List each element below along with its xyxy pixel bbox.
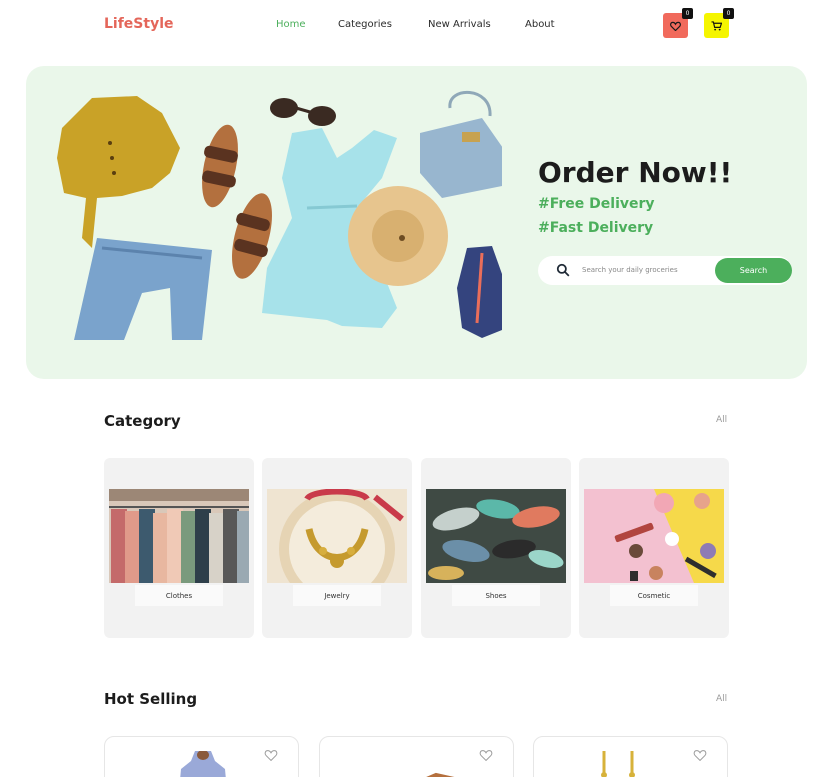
cart-icon	[711, 20, 722, 31]
clothes-rack-image	[109, 489, 249, 583]
category-all-link[interactable]: All	[716, 415, 727, 425]
nav-new-arrivals[interactable]: New Arrivals	[428, 19, 491, 30]
jewelry-necklace-image	[267, 489, 407, 583]
cart-count-badge: 0	[723, 8, 734, 19]
search-button[interactable]: Search	[715, 258, 792, 283]
hot-selling-section-title: Hot Selling	[104, 690, 198, 708]
heart-icon	[670, 21, 681, 31]
product-card[interactable]	[533, 736, 728, 777]
wishlist-count-badge: 0	[682, 8, 693, 19]
category-card-jewelry[interactable]: Jewelry	[262, 458, 412, 638]
cosmetics-image	[584, 489, 724, 583]
category-label: Jewelry	[293, 585, 381, 606]
category-card-clothes[interactable]: Clothes	[104, 458, 254, 638]
nav-home[interactable]: Home	[276, 19, 306, 30]
product-card[interactable]	[104, 736, 299, 777]
cart-button[interactable]: 0	[704, 8, 734, 38]
free-delivery-tag: #Free Delivery	[538, 196, 655, 212]
nav-categories[interactable]: Categories	[338, 19, 392, 30]
wishlist-button[interactable]: 0	[663, 8, 693, 38]
hot-selling-all-link[interactable]: All	[716, 694, 727, 704]
nav-about[interactable]: About	[525, 19, 555, 30]
brand-logo[interactable]: LifeStyle	[104, 16, 174, 32]
product-image	[426, 772, 455, 777]
sneakers-image	[426, 489, 566, 583]
category-label: Shoes	[452, 585, 540, 606]
product-image	[601, 751, 635, 777]
hero-banner: Order Now!! #Free Delivery #Fast Deliver…	[26, 66, 807, 379]
top-navbar: LifeStyle Home Categories New Arrivals A…	[0, 0, 829, 52]
hero-title: Order Now!!	[538, 156, 733, 189]
search-icon	[556, 263, 570, 277]
product-image	[180, 751, 226, 777]
heart-icon[interactable]	[264, 749, 278, 761]
fashion-collage-image	[57, 91, 502, 340]
category-card-cosmetic[interactable]: Cosmetic	[579, 458, 729, 638]
fast-delivery-tag: #Fast Delivery	[538, 220, 654, 236]
category-label: Clothes	[135, 585, 223, 606]
category-label: Cosmetic	[610, 585, 698, 606]
product-card[interactable]	[319, 736, 514, 777]
heart-icon[interactable]	[693, 749, 707, 761]
search-input[interactable]	[582, 262, 712, 278]
category-section-title: Category	[104, 412, 181, 430]
category-card-shoes[interactable]: Shoes	[421, 458, 571, 638]
search-bar: Search	[538, 256, 792, 285]
heart-icon[interactable]	[479, 749, 493, 761]
